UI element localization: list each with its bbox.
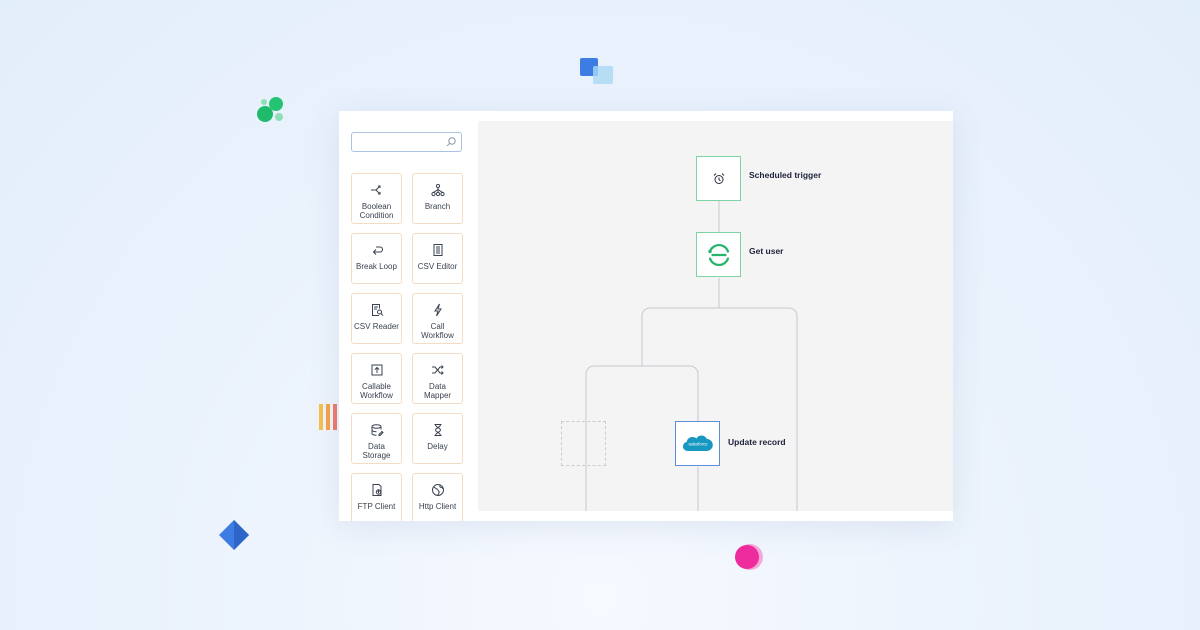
tool-label: Delay <box>427 442 448 451</box>
branch-arrows-icon <box>370 185 380 195</box>
tool-label: Callable Workflow <box>360 382 393 400</box>
tool-label: Call Workflow <box>421 322 454 340</box>
tool-http-client[interactable]: Http Client <box>412 473 463 521</box>
node-scheduled-trigger[interactable] <box>696 156 741 201</box>
lightning-icon <box>433 303 442 317</box>
upload-box-icon <box>371 364 382 376</box>
tool-data-storage[interactable]: Data Storage <box>351 413 402 464</box>
tool-delay[interactable]: Delay <box>412 413 463 464</box>
hourglass-icon <box>434 424 441 436</box>
salesforce-logo-icon: salesforce <box>682 435 713 451</box>
document-icon <box>433 244 442 256</box>
tool-csv-editor[interactable]: CSV Editor <box>412 233 463 284</box>
file-upload-icon <box>372 484 381 496</box>
tree-icon <box>430 183 445 197</box>
tool-label: FTP Client <box>357 502 396 511</box>
empty-node-placeholder[interactable] <box>561 421 606 466</box>
globe-icon <box>431 484 444 496</box>
search-icon <box>446 137 456 147</box>
tool-branch[interactable]: Branch <box>412 173 463 224</box>
tool-boolean-condition[interactable]: Boolean Condition <box>351 173 402 224</box>
blue-diamond-decoration <box>219 520 249 550</box>
tool-data-mapper[interactable]: Data Mapper <box>412 353 463 404</box>
tool-ftp-client[interactable]: FTP Client <box>351 473 402 521</box>
return-arrow-icon <box>372 246 383 255</box>
alarm-clock-icon <box>713 172 724 184</box>
pink-circles-decoration <box>735 544 763 570</box>
document-search-icon <box>371 304 383 316</box>
blue-squares-decoration <box>580 58 613 84</box>
tool-label: Branch <box>424 202 451 211</box>
node-label-update-record: Update record <box>728 437 786 447</box>
tool-label: Data Mapper <box>423 382 452 400</box>
workflow-editor-window: Boolean Condition Branch Break Loop CSV … <box>339 111 953 521</box>
shuffle-icon <box>431 365 444 375</box>
tool-callable-workflow[interactable]: Callable Workflow <box>351 353 402 404</box>
node-update-record[interactable]: salesforce <box>675 421 720 466</box>
tool-label: Http Client <box>418 502 457 511</box>
tool-csv-reader[interactable]: CSV Reader <box>351 293 402 344</box>
node-label-get-user: Get user <box>749 246 784 256</box>
tool-label: Break Loop <box>356 262 397 271</box>
tool-label: CSV Editor <box>417 262 458 271</box>
node-label-scheduled-trigger: Scheduled trigger <box>749 170 822 180</box>
striped-bars-decoration <box>319 404 337 430</box>
tool-break-loop[interactable]: Break Loop <box>351 233 402 284</box>
workflow-canvas[interactable]: Scheduled trigger Get user salesforce Up… <box>478 121 953 511</box>
node-get-user[interactable] <box>696 232 741 277</box>
svg-text:salesforce: salesforce <box>688 441 708 446</box>
tool-label: Boolean Condition <box>359 202 394 220</box>
tool-call-workflow[interactable]: Call Workflow <box>412 293 463 344</box>
tool-label: Data Storage <box>362 442 391 460</box>
green-bubbles-decoration <box>257 97 283 122</box>
toolbox-search-input[interactable] <box>351 132 462 152</box>
database-icon <box>371 424 384 436</box>
tool-label: CSV Reader <box>354 322 399 331</box>
toolbox-sidebar: Boolean Condition Branch Break Loop CSV … <box>339 111 478 521</box>
sync-logo-icon <box>707 243 729 266</box>
